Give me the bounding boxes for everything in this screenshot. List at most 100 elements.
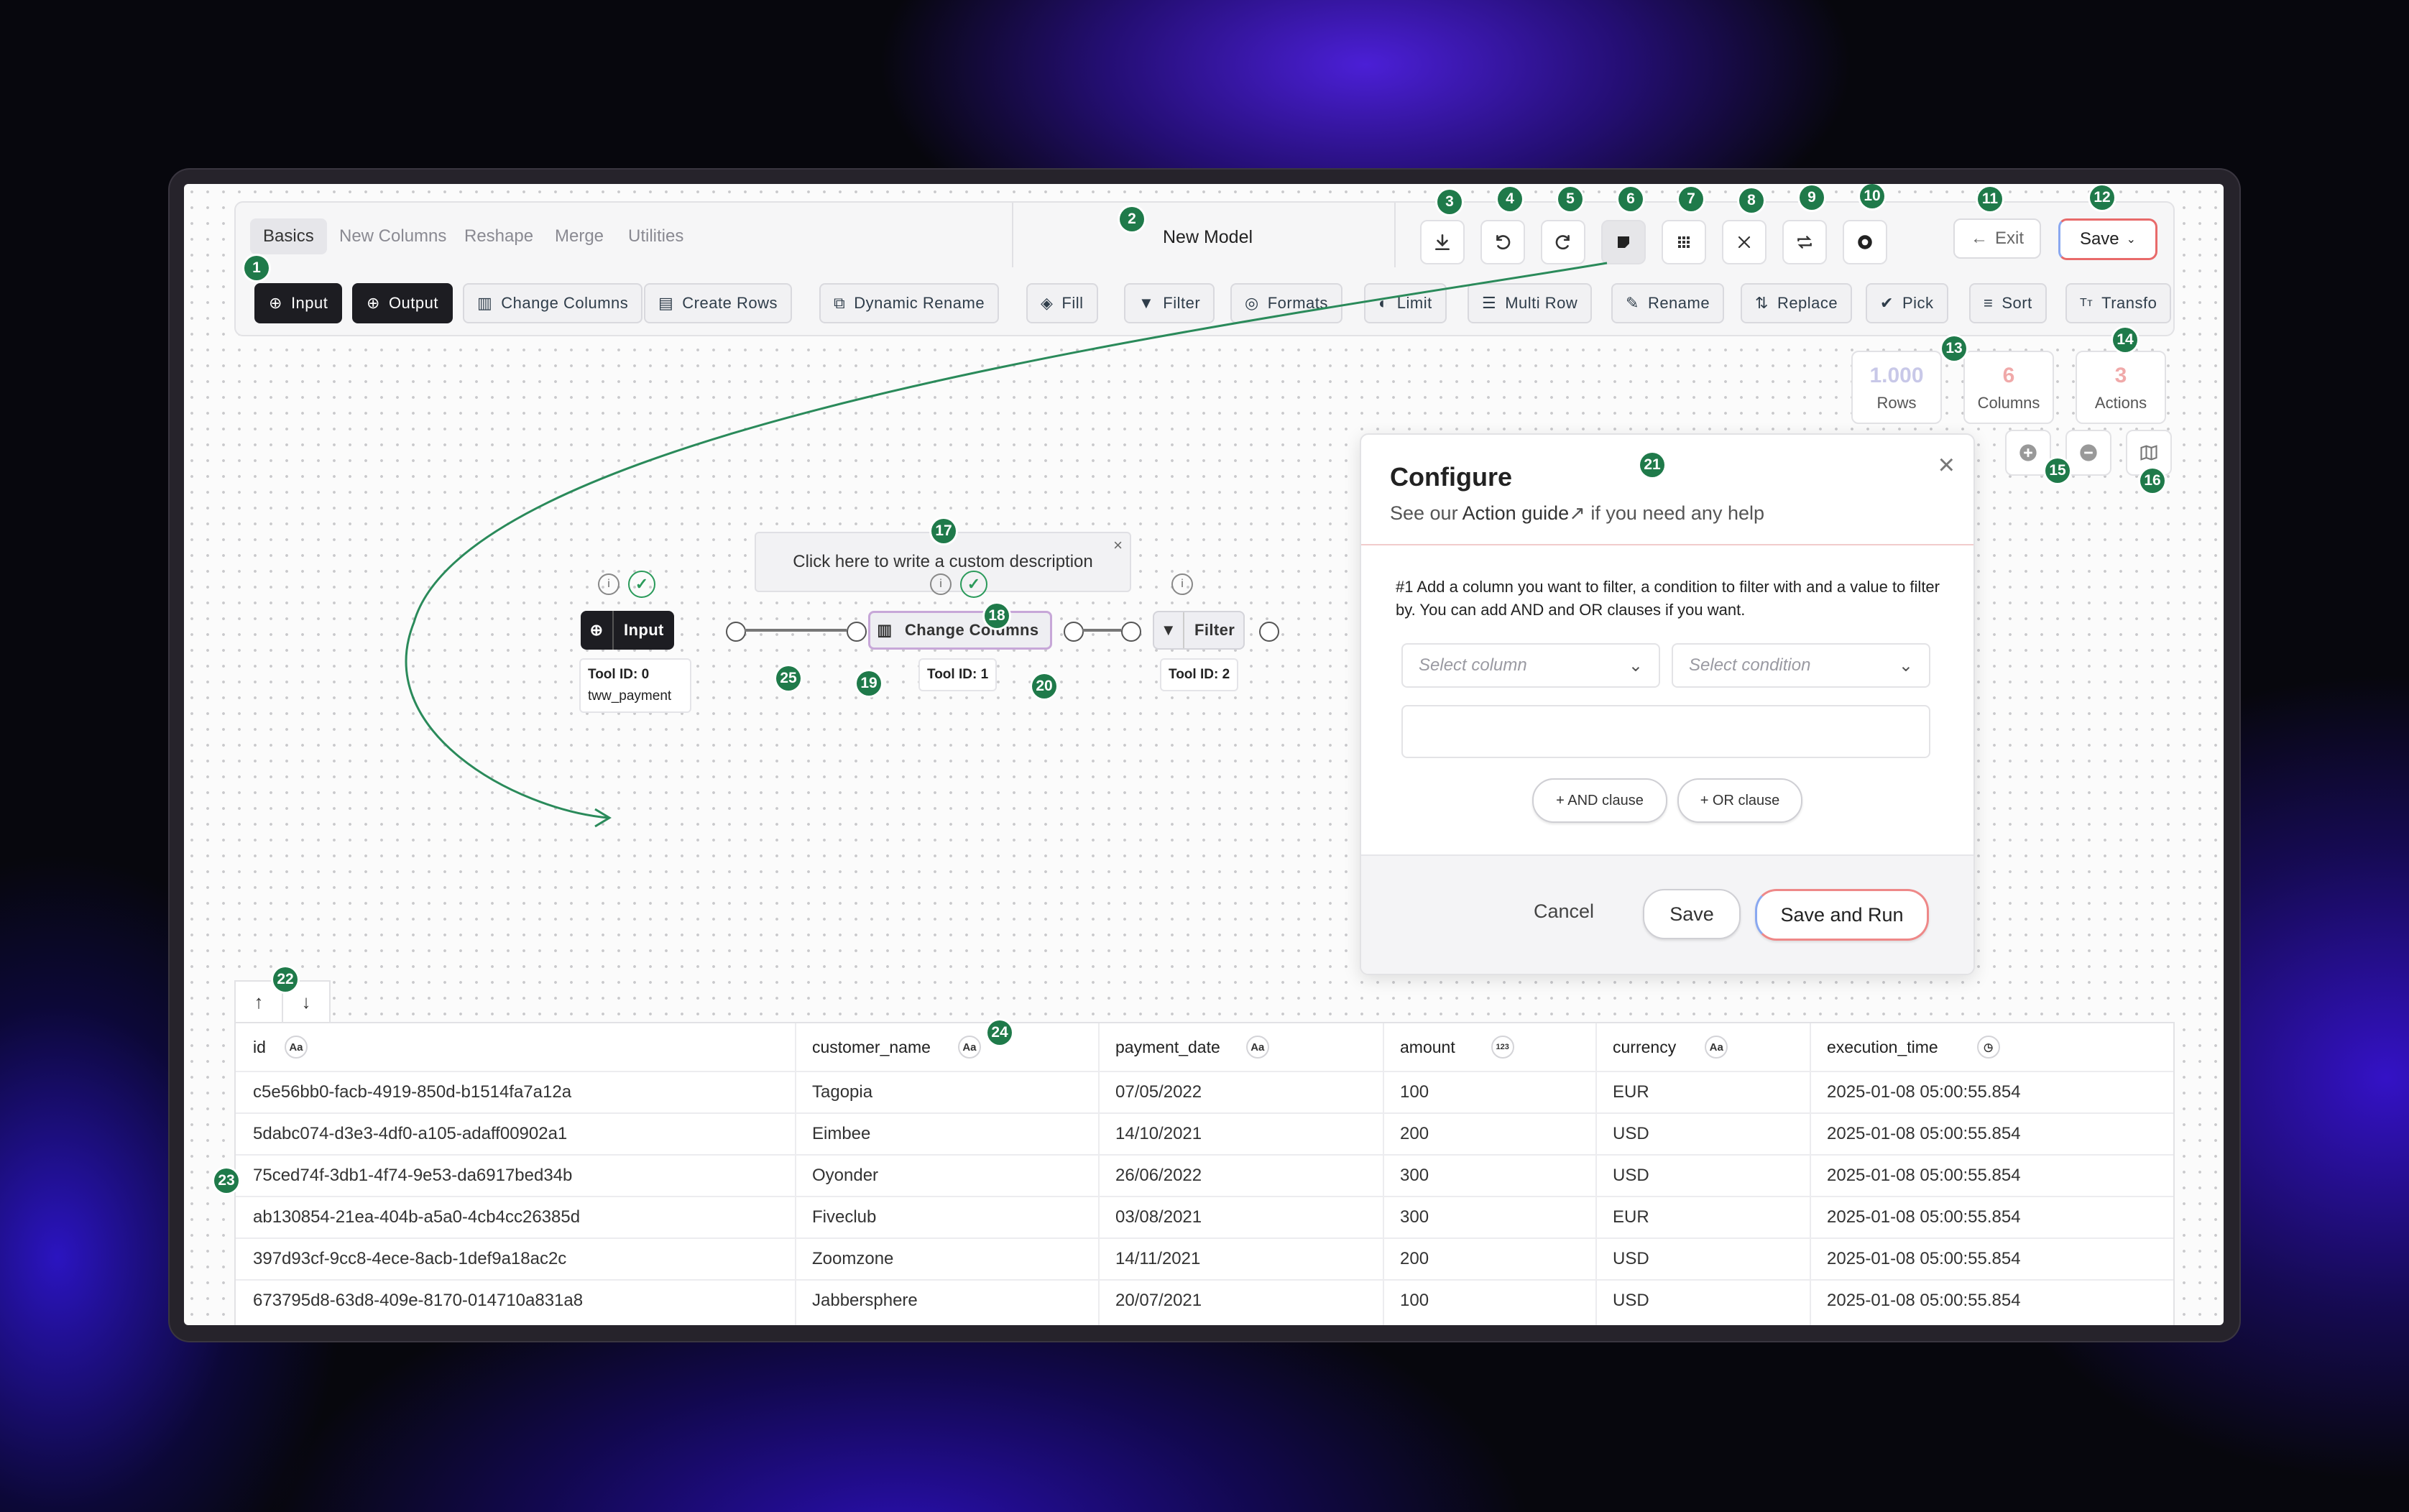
annotation-badge: 12 bbox=[2090, 185, 2114, 210]
annotation-badge: 18 bbox=[985, 604, 1009, 628]
clock-icon: ◷ bbox=[1976, 1036, 2000, 1059]
panel-divider bbox=[1361, 544, 1973, 545]
column-header-customer-name[interactable]: customer_name Aa bbox=[812, 1023, 981, 1071]
chevron-down-icon: ⌄ bbox=[1898, 655, 1913, 676]
annotation-badge: 14 bbox=[2113, 328, 2137, 352]
close-icon: × bbox=[1938, 449, 1955, 481]
table-cell: 2025-01-08 05:00:55.854 bbox=[1827, 1207, 2021, 1227]
panel-title: Configure bbox=[1390, 462, 1512, 492]
add-and-clause-button[interactable]: + AND clause bbox=[1532, 778, 1667, 823]
info-icon[interactable]: i bbox=[1171, 573, 1193, 595]
annotation-badge: 20 bbox=[1032, 674, 1056, 699]
header-label: payment_date bbox=[1115, 1037, 1220, 1056]
table-cell: 300 bbox=[1400, 1207, 1429, 1227]
action-guide-link[interactable]: Action guide bbox=[1463, 502, 1570, 524]
table-row[interactable]: 75ced74f-3db1-4f74-9e53-da6917bed34b Oyon… bbox=[236, 1154, 2173, 1197]
output-port[interactable] bbox=[726, 622, 746, 642]
table-row[interactable]: 673795d8-63d8-409e-8170-014710a831a8 Jabb… bbox=[236, 1279, 2173, 1322]
table-cell: 100 bbox=[1400, 1082, 1429, 1102]
annotation-badge: 9 bbox=[1800, 185, 1824, 210]
annotation-badge: 7 bbox=[1679, 187, 1703, 211]
node-label: Input bbox=[624, 621, 664, 639]
table-cell: 07/05/2022 bbox=[1115, 1082, 1202, 1102]
tool-id-label: Tool ID: 0 tww_payment bbox=[579, 658, 691, 713]
output-port[interactable] bbox=[1259, 622, 1279, 642]
column-header-currency[interactable]: currency Aa bbox=[1613, 1023, 1728, 1071]
annotation-badge: 2 bbox=[1120, 207, 1144, 231]
table-cell: Jabbersphere bbox=[812, 1291, 918, 1310]
table-row[interactable]: c5e56bb0-facb-4919-850d-b1514fa7a12a Tago… bbox=[236, 1071, 2173, 1114]
table-cell: USD bbox=[1613, 1124, 1649, 1143]
plus-circle-icon: ⊕ bbox=[581, 611, 614, 650]
annotation-badge: 3 bbox=[1437, 190, 1462, 214]
annotation-badge: 24 bbox=[987, 1020, 1012, 1045]
table-cell: 100 bbox=[1400, 1291, 1429, 1310]
chevron-down-icon: ⌄ bbox=[1628, 655, 1643, 676]
table-cell: 26/06/2022 bbox=[1115, 1166, 1202, 1185]
connection-wire[interactable] bbox=[1082, 629, 1121, 632]
configure-panel: Configure See our Action guide↗ if you n… bbox=[1360, 433, 1975, 975]
select-condition-dropdown[interactable]: Select condition ⌄ bbox=[1672, 643, 1930, 688]
close-panel-button[interactable]: × bbox=[1938, 451, 1955, 479]
tool-id-label: Tool ID: 1 bbox=[918, 658, 998, 691]
description-placeholder: Click here to write a custom description bbox=[793, 552, 1093, 571]
info-icon[interactable]: i bbox=[598, 573, 619, 595]
header-label: customer_name bbox=[812, 1037, 931, 1056]
connection-wire[interactable] bbox=[745, 629, 847, 632]
info-icon[interactable]: i bbox=[930, 573, 952, 595]
save-and-run-button[interactable]: Save and Run bbox=[1755, 889, 1929, 941]
table-row[interactable]: 5dabc074-d3e3-4df0-a105-adaff00902a1 Eimb… bbox=[236, 1112, 2173, 1156]
table-cell: EUR bbox=[1613, 1207, 1649, 1227]
app-screen: Basics New Columns Reshape Merge Utiliti… bbox=[184, 184, 2224, 1325]
type-text-icon: Aa bbox=[957, 1036, 981, 1059]
change-columns-node[interactable]: ▥ Change Columns bbox=[868, 611, 1052, 650]
header-label: execution_time bbox=[1827, 1037, 1938, 1056]
input-port[interactable] bbox=[1121, 622, 1141, 642]
annotation-badge: 23 bbox=[214, 1168, 239, 1193]
header-label: currency bbox=[1613, 1037, 1677, 1056]
panel-subtitle: See our Action guide↗ if you need any he… bbox=[1390, 502, 1764, 525]
filter-node[interactable]: ▼ Filter bbox=[1153, 611, 1245, 650]
column-header-payment-date[interactable]: payment_date Aa bbox=[1115, 1023, 1269, 1071]
add-or-clause-button[interactable]: + OR clause bbox=[1677, 778, 1802, 823]
table-cell: c5e56bb0-facb-4919-850d-b1514fa7a12a bbox=[253, 1082, 572, 1102]
select-column-dropdown[interactable]: Select column ⌄ bbox=[1401, 643, 1660, 688]
panel-save-button[interactable]: Save bbox=[1643, 889, 1741, 939]
annotation-badge: 8 bbox=[1739, 188, 1764, 213]
column-header-amount[interactable]: amount 123 bbox=[1400, 1023, 1514, 1071]
subtitle-text: See our bbox=[1390, 502, 1463, 524]
input-port[interactable] bbox=[847, 622, 867, 642]
filter-icon: ▼ bbox=[1154, 612, 1184, 648]
check-circle-icon: ✓ bbox=[628, 571, 655, 598]
cancel-button[interactable]: Cancel bbox=[1534, 889, 1594, 934]
filter-value-input[interactable] bbox=[1401, 705, 1930, 758]
close-icon[interactable]: × bbox=[1113, 536, 1123, 555]
table-row[interactable]: 397d93cf-9cc8-4ece-8acb-1def9a18ac2c Zoom… bbox=[236, 1237, 2173, 1281]
column-header-execution-time[interactable]: execution_time ◷ bbox=[1827, 1023, 2000, 1071]
annotation-badge: 11 bbox=[1978, 187, 2002, 211]
annotation-badge: 17 bbox=[931, 519, 956, 543]
input-node[interactable]: ⊕ Input bbox=[581, 611, 674, 650]
annotation-badge: 5 bbox=[1558, 187, 1583, 211]
type-text-icon: Aa bbox=[284, 1036, 308, 1059]
table-row[interactable]: ab130854-21ea-404b-a5a0-4cb4cc26385d Five… bbox=[236, 1196, 2173, 1239]
table-cell: 2025-01-08 05:00:55.854 bbox=[1827, 1249, 2021, 1268]
columns-icon: ▥ bbox=[877, 621, 893, 639]
table-cell: 200 bbox=[1400, 1124, 1429, 1143]
tool-id: Tool ID: 1 bbox=[927, 667, 989, 682]
table-cell: EUR bbox=[1613, 1082, 1649, 1102]
annotation-badge: 25 bbox=[776, 666, 801, 691]
type-number-icon: 123 bbox=[1491, 1036, 1514, 1059]
output-port[interactable] bbox=[1064, 622, 1084, 642]
header-label: id bbox=[253, 1037, 266, 1056]
table-cell: 300 bbox=[1400, 1166, 1429, 1185]
annotation-badge: 6 bbox=[1618, 187, 1643, 211]
annotation-badge: 15 bbox=[2045, 458, 2070, 483]
table-cell: USD bbox=[1613, 1166, 1649, 1185]
column-header-id[interactable]: id Aa bbox=[253, 1023, 308, 1071]
tool-id: Tool ID: 2 bbox=[1169, 667, 1230, 682]
tool-id-label: Tool ID: 2 bbox=[1160, 658, 1239, 691]
data-table: id Aa customer_name Aa payment_date Aa amou… bbox=[234, 1022, 2175, 1325]
external-link-icon: ↗ bbox=[1569, 502, 1585, 524]
table-cell: 14/11/2021 bbox=[1115, 1249, 1201, 1268]
